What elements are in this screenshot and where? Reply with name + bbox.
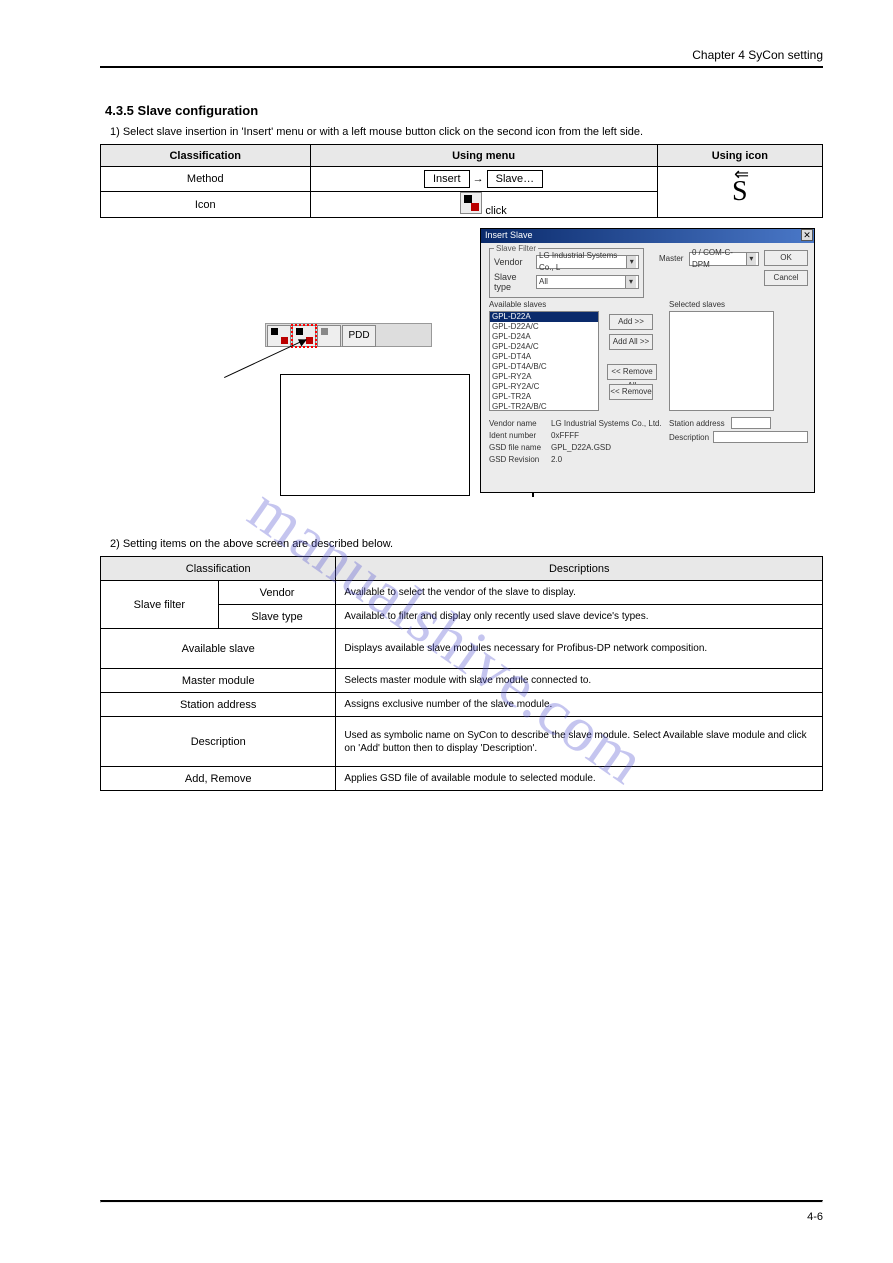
t2-h1: Descriptions <box>336 557 823 581</box>
available-slaves-label: Available slaves <box>489 300 546 309</box>
selected-slaves-list[interactable] <box>669 311 774 411</box>
gsd-value: GPL_D22A.GSD <box>551 443 611 452</box>
t1-r1-c0: Icon <box>101 192 311 218</box>
list-item[interactable]: GPL-D24A <box>490 332 598 342</box>
menu-insert-box: Insert <box>424 170 470 188</box>
diagram-area: PDD Insert Slave ✕ Slave Filter Vendor L… <box>100 228 823 528</box>
toolbar-btn-pdd[interactable]: PDD <box>342 325 376 347</box>
description-input[interactable] <box>713 431 808 443</box>
list-item[interactable]: GPL-RY2A <box>490 372 598 382</box>
t1-r0-c1: Insert → Slave… <box>310 167 657 192</box>
remove-all-button[interactable]: << Remove All <box>607 364 657 380</box>
cursor-s-icon: S <box>732 176 748 208</box>
chevron-down-icon: ▾ <box>625 276 636 288</box>
t2-a6: Add, Remove <box>101 767 336 791</box>
ok-button[interactable]: OK <box>764 250 808 266</box>
t1-icon-cell: S <box>657 167 822 218</box>
list-item[interactable]: GPL-TR2A/B/C <box>490 402 598 411</box>
rev-value: 2.0 <box>551 455 562 464</box>
method-table: Classification Using menu Using icon Met… <box>100 144 823 218</box>
t2-a2: Available slave <box>101 629 336 669</box>
master-value: 0 / COM-C-DPM <box>692 247 746 271</box>
t1-r1-c1: click <box>310 192 657 218</box>
insert-slave-dialog: Insert Slave ✕ Slave Filter Vendor LG In… <box>480 228 815 493</box>
t2-b0: Vendor <box>218 581 336 605</box>
slave-toolbar-icon <box>460 192 482 214</box>
dialog-body: Slave Filter Vendor LG Industrial System… <box>481 243 814 306</box>
t2-a3: Master module <box>101 669 336 693</box>
t2-c2: Displays available slave modules necessa… <box>336 629 823 669</box>
slave-type-value: All <box>539 276 548 288</box>
list-item[interactable]: GPL-D22A <box>490 312 598 322</box>
add-all-button[interactable]: Add All >> <box>609 334 653 350</box>
station-address-label: Station address <box>669 419 725 428</box>
t2-c0: Available to select the vendor of the sl… <box>336 581 823 605</box>
setting-items-intro: 2) Setting items on the above screen are… <box>110 538 823 550</box>
description-label: Description <box>669 433 709 442</box>
station-address-input[interactable] <box>731 417 771 429</box>
remove-button[interactable]: << Remove <box>609 384 653 400</box>
master-label: Master <box>659 254 683 263</box>
add-button[interactable]: Add >> <box>609 314 653 330</box>
vendor-name-value: LG Industrial Systems Co., Ltd. <box>551 419 662 428</box>
vendor-select[interactable]: LG Industrial Systems Co., L▾ <box>536 255 639 269</box>
vendor-label: Vendor <box>494 257 536 267</box>
list-item[interactable]: GPL-RY2A/C <box>490 382 598 392</box>
toolbar-spacer <box>377 324 431 346</box>
t2-a5: Description <box>101 717 336 767</box>
ident-label: Ident number <box>489 431 536 440</box>
intro-text: 1) Select slave insertion in 'Insert' me… <box>110 126 823 138</box>
rev-label: GSD Revision <box>489 455 539 464</box>
ident-value: 0xFFFF <box>551 431 579 440</box>
header-rule <box>100 66 823 68</box>
group-label: Slave Filter <box>494 244 538 253</box>
list-item[interactable]: GPL-D24A/C <box>490 342 598 352</box>
t2-c1: Available to filter and display only rec… <box>336 605 823 629</box>
t2-c6: Applies GSD file of available module to … <box>336 767 823 791</box>
toolbar-btn-3[interactable] <box>317 325 341 347</box>
section-title: 4.3.5 Slave configuration <box>105 103 823 118</box>
list-item[interactable]: GPL-D22A/C <box>490 322 598 332</box>
slave-type-label: Slave type <box>494 272 536 292</box>
t2-c5: Used as symbolic name on SyCon to descri… <box>336 717 823 767</box>
t1-h1: Using menu <box>310 145 657 167</box>
t2-c3: Selects master module with slave module … <box>336 669 823 693</box>
list-item[interactable]: GPL-TR2A <box>490 392 598 402</box>
dialog-title: Insert Slave <box>485 230 533 240</box>
menu-slave-box: Slave… <box>487 170 544 188</box>
t1-h0: Classification <box>101 145 311 167</box>
page-number: 4-6 <box>0 1211 823 1223</box>
master-select[interactable]: 0 / COM-C-DPM▾ <box>689 252 759 266</box>
chevron-down-icon: ▾ <box>626 256 636 268</box>
footer-rule <box>100 1200 823 1203</box>
slave-filter-group: Slave Filter Vendor LG Industrial System… <box>489 248 644 298</box>
t1-r0-c0: Method <box>101 167 311 192</box>
t2-b1: Slave type <box>218 605 336 629</box>
canvas-box <box>280 374 470 496</box>
toolbar-btn-1[interactable] <box>267 325 291 347</box>
close-icon[interactable]: ✕ <box>801 229 813 241</box>
setting-items-table: Classification Descriptions Slave filter… <box>100 556 823 791</box>
list-item[interactable]: GPL-DT4A <box>490 352 598 362</box>
gsd-label: GSD file name <box>489 443 541 452</box>
chapter-title: Chapter 4 SyCon setting <box>100 48 823 62</box>
page-content: Chapter 4 SyCon setting 4.3.5 Slave conf… <box>0 0 893 841</box>
available-slaves-list[interactable]: GPL-D22A GPL-D22A/C GPL-D24A GPL-D24A/C … <box>489 311 599 411</box>
cancel-button[interactable]: Cancel <box>764 270 808 286</box>
vendor-value: LG Industrial Systems Co., L <box>539 250 626 274</box>
menu-arrow: → <box>470 173 487 185</box>
icon-click-label: click <box>485 205 506 217</box>
t2-a4: Station address <box>101 693 336 717</box>
t2-h0: Classification <box>101 557 336 581</box>
selected-slaves-label: Selected slaves <box>669 300 725 309</box>
t2-c4: Assigns exclusive number of the slave mo… <box>336 693 823 717</box>
t2-a0: Slave filter <box>101 581 219 629</box>
dialog-titlebar: Insert Slave ✕ <box>481 229 814 243</box>
chevron-down-icon: ▾ <box>746 253 756 265</box>
slave-type-select[interactable]: All ▾ <box>536 275 639 289</box>
list-item[interactable]: GPL-DT4A/B/C <box>490 362 598 372</box>
vendor-name-label: Vendor name <box>489 419 537 428</box>
toolbar-strip: PDD <box>265 323 432 347</box>
